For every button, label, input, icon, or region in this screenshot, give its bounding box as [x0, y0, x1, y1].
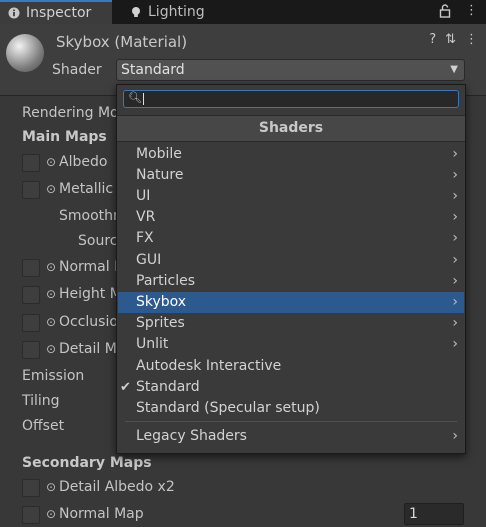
shader-popup: 🔍︎ Shaders Mobile › Nature › UI › VR › FX › GUI › Pa…: [116, 84, 466, 454]
normal-texture-slot[interactable]: [22, 259, 40, 277]
tab-lighting[interactable]: Lighting: [122, 0, 234, 24]
text-caret: [143, 93, 144, 105]
shader-dropdown-value: Standard: [121, 62, 185, 78]
info-icon: [8, 7, 20, 19]
shader-menu-item-label: Mobile: [136, 146, 182, 162]
lock-icon[interactable]: [439, 3, 451, 19]
metallic-label: Metallic: [59, 181, 114, 197]
secondary-normal-picker-icon[interactable]: ⊙: [46, 507, 56, 521]
offset-label: Offset: [22, 418, 65, 434]
occlusion-texture-slot[interactable]: [22, 314, 40, 332]
emission-label: Emission: [22, 368, 85, 384]
albedo-label: Albedo: [59, 154, 108, 170]
shader-menu-item-label: Legacy Shaders: [136, 428, 247, 444]
secondary-normal-texture-slot[interactable]: [22, 506, 40, 524]
shader-menu-item[interactable]: Mobile ›: [118, 144, 464, 165]
shader-menu-item[interactable]: Sprites ›: [118, 313, 464, 334]
albedo-picker-icon[interactable]: ⊙: [46, 155, 56, 169]
tab-inspector-label: Inspector: [26, 5, 92, 21]
shader-menu-item-label: FX: [136, 230, 154, 246]
submenu-chevron-icon: ›: [452, 428, 458, 444]
metallic-picker-icon[interactable]: ⊙: [46, 182, 56, 196]
shader-menu-item-label: Unlit: [136, 336, 169, 352]
shader-menu-item-label: Standard (Specular setup): [136, 400, 320, 416]
normal-map-scale-field[interactable]: 1: [404, 503, 464, 525]
shader-menu-item[interactable]: FX ›: [118, 228, 464, 249]
smoothness-source-label: Sourc: [78, 233, 118, 249]
submenu-chevron-icon: ›: [452, 315, 458, 331]
secondary-normal-map-label: Normal Map: [59, 506, 144, 522]
checkmark-icon: ✔: [120, 380, 131, 395]
shader-menu-item[interactable]: Legacy Shaders ›: [118, 426, 464, 447]
shader-menu-item-label: Nature: [136, 167, 184, 183]
material-title: Skybox (Material): [56, 33, 188, 51]
rendering-mode-label: Rendering Mo: [22, 105, 119, 121]
shaders-header: Shaders: [117, 115, 465, 142]
submenu-chevron-icon: ›: [452, 252, 458, 268]
shader-menu-item-label: Autodesk Interactive: [136, 358, 282, 374]
shader-search-field[interactable]: 🔍︎: [123, 90, 459, 108]
shader-menu-item-label: Skybox: [136, 294, 187, 310]
submenu-chevron-icon: ›: [452, 230, 458, 246]
metallic-texture-slot[interactable]: [22, 181, 40, 199]
shader-menu-item[interactable]: UI ›: [118, 186, 464, 207]
secondary-maps-heading: Secondary Maps: [22, 455, 152, 471]
shader-dropdown[interactable]: Standard ▼: [116, 59, 465, 81]
submenu-chevron-icon: ›: [452, 146, 458, 162]
height-picker-icon[interactable]: ⊙: [46, 287, 56, 301]
shader-menu-item-label: UI: [136, 188, 151, 204]
lightbulb-icon: [132, 7, 140, 17]
help-icon[interactable]: ?: [429, 32, 436, 47]
normal-picker-icon[interactable]: ⊙: [46, 260, 56, 274]
shader-menu-item[interactable]: Particles ›: [118, 271, 464, 292]
submenu-chevron-icon: ›: [452, 273, 458, 289]
submenu-chevron-icon: ›: [452, 294, 458, 310]
main-maps-heading: Main Maps: [22, 129, 107, 145]
shader-menu-item[interactable]: Autodesk Interactive: [118, 356, 464, 377]
submenu-chevron-icon: ›: [452, 336, 458, 352]
shader-label: Shader: [52, 62, 102, 78]
preset-settings-icon[interactable]: ⇅: [445, 32, 456, 47]
detail-mask-texture-slot[interactable]: [22, 341, 40, 359]
tab-bar: Inspector Lighting ⋮: [0, 0, 486, 24]
submenu-chevron-icon: ›: [452, 167, 458, 183]
smoothness-label: Smoothn: [59, 208, 122, 224]
menu-separator: [125, 421, 457, 422]
shader-menu-item-label: Particles: [136, 273, 196, 289]
search-icon: 🔍︎: [128, 91, 142, 104]
submenu-chevron-icon: ›: [452, 209, 458, 225]
shader-menu-item-label: Standard: [136, 379, 200, 395]
dropdown-arrow-icon: ▼: [450, 64, 458, 75]
occlusion-label: Occlusio: [59, 314, 118, 330]
shader-menu-item[interactable]: VR ›: [118, 207, 464, 228]
albedo-texture-slot[interactable]: [22, 154, 40, 172]
tiling-label: Tiling: [22, 393, 60, 409]
height-map-label: Height M: [59, 286, 122, 302]
tab-bar-controls: ⋮: [439, 3, 478, 19]
shader-menu-item[interactable]: Skybox ›: [118, 292, 464, 313]
shader-menu-item[interactable]: ✔ Standard: [118, 377, 464, 398]
height-texture-slot[interactable]: [22, 286, 40, 304]
shader-menu-item[interactable]: GUI ›: [118, 250, 464, 271]
tab-more-icon[interactable]: ⋮: [465, 3, 478, 19]
shader-menu-item-label: VR: [136, 209, 156, 225]
detail-albedo-picker-icon[interactable]: ⊙: [46, 480, 56, 494]
occlusion-picker-icon[interactable]: ⊙: [46, 315, 56, 329]
header-icons: ? ⇅ ⋮: [429, 32, 478, 47]
shader-menu-item[interactable]: Unlit ›: [118, 334, 464, 355]
detail-albedo-texture-slot[interactable]: [22, 479, 40, 497]
context-menu-icon[interactable]: ⋮: [465, 32, 478, 47]
detail-albedo-label: Detail Albedo x2: [59, 479, 175, 495]
detail-mask-picker-icon[interactable]: ⊙: [46, 342, 56, 356]
tab-inspector[interactable]: Inspector: [0, 0, 112, 24]
detail-mask-label: Detail M: [59, 341, 117, 357]
shader-menu-item[interactable]: Nature ›: [118, 165, 464, 186]
shader-menu-item[interactable]: Standard (Specular setup): [118, 398, 464, 419]
tab-lighting-label: Lighting: [148, 4, 205, 20]
submenu-chevron-icon: ›: [452, 188, 458, 204]
material-preview-sphere: [6, 34, 44, 72]
shader-menu-item-label: Sprites: [136, 315, 185, 331]
shader-menu-item-label: GUI: [136, 252, 162, 268]
